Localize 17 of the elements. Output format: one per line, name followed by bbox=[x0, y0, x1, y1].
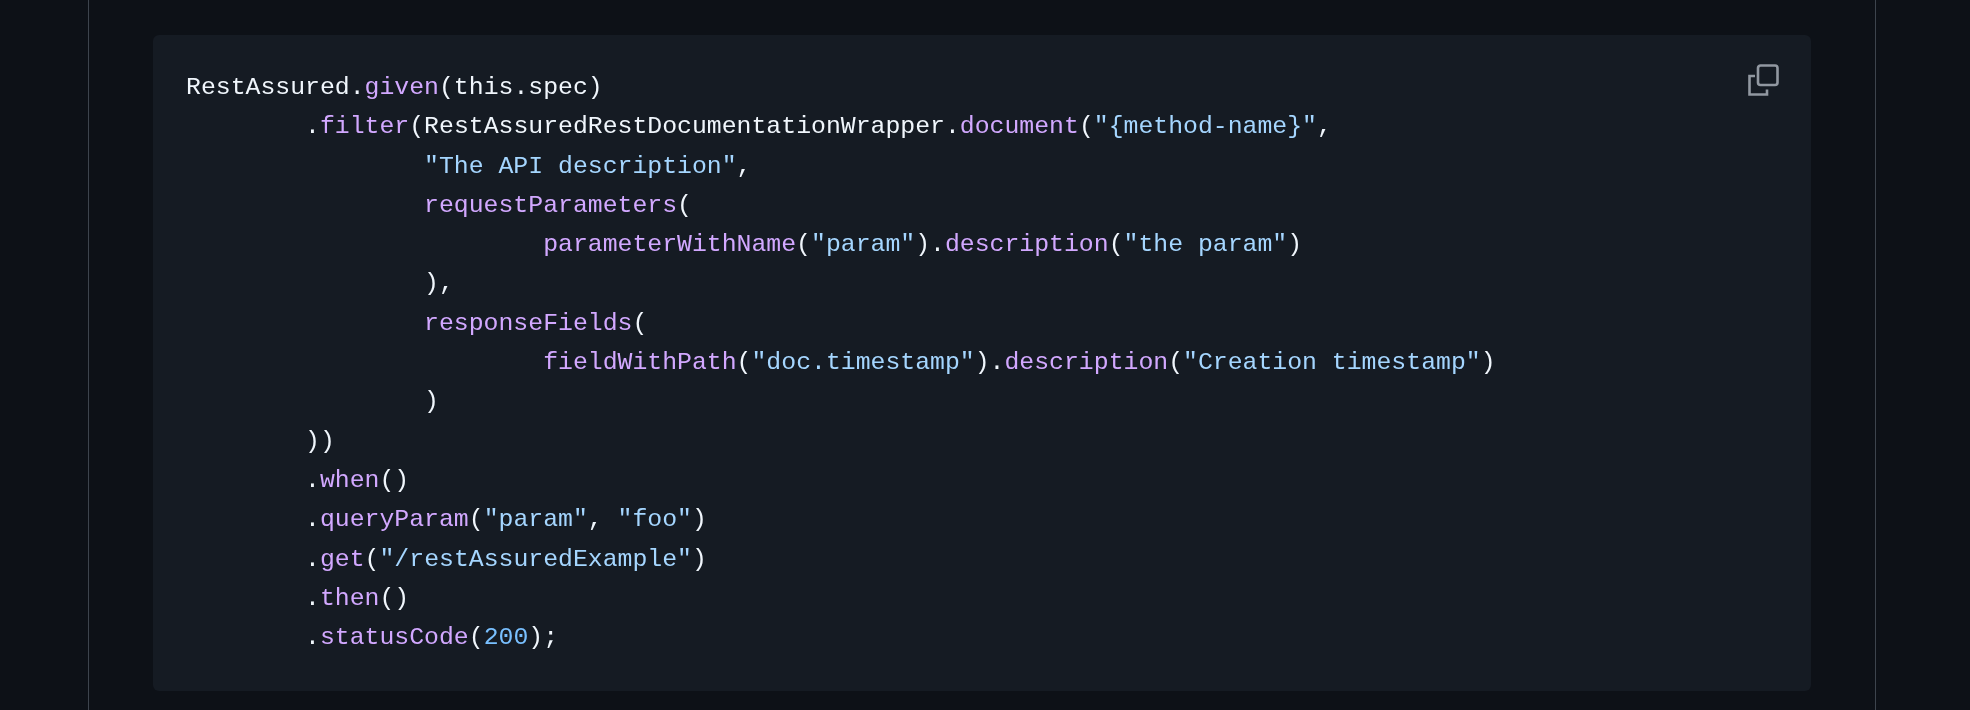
code-line: requestParameters( bbox=[423, 189, 692, 221]
copy-icon bbox=[1747, 64, 1779, 96]
code-line: responseFields( bbox=[423, 307, 648, 339]
code-line: RestAssured.given(this.spec) bbox=[186, 72, 603, 103]
code-line: )) bbox=[304, 425, 335, 457]
code-line: .queryParam("param", "foo") bbox=[304, 504, 707, 536]
code-line: .statusCode(200); bbox=[304, 622, 559, 654]
code-line: parameterWithName("param").description("the param") bbox=[542, 229, 1303, 261]
code-line: .then() bbox=[304, 582, 410, 614]
code-line: ), bbox=[423, 268, 454, 300]
code-line: .get("/restAssuredExample") bbox=[304, 543, 707, 575]
code-line: .filter(RestAssuredRestDocumentationWrapper.document("{method-name}", bbox=[304, 111, 1332, 143]
code-line: .when() bbox=[304, 464, 410, 496]
code-line: fieldWithPath("doc.timestamp").description("Creation timestamp") bbox=[542, 347, 1496, 379]
code-line: "The API description", bbox=[423, 150, 752, 182]
copy-button[interactable] bbox=[1747, 64, 1779, 96]
code-line: ) bbox=[423, 386, 439, 418]
